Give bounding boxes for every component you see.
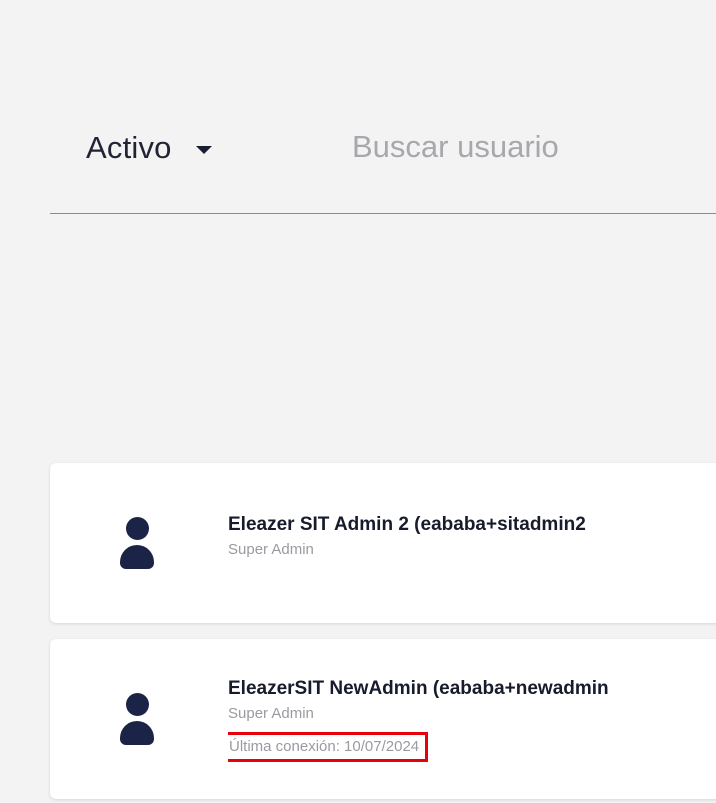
last-login-text: Última conexión: 10/07/2024 [228,732,429,762]
user-role: Super Admin [228,541,314,558]
user-card[interactable]: Eleazer SIT Admin 2 (eababa+sitadmin2 Su… [50,463,716,623]
user-name: EleazerSIT NewAdmin (eababa+newadmin [228,678,609,699]
user-card[interactable]: EleazerSIT NewAdmin (eababa+newadmin Sup… [50,639,716,799]
status-filter-value: Activo [86,130,172,165]
search-user-input[interactable] [340,126,716,168]
user-icon [120,693,154,745]
user-icon [120,517,154,569]
user-info: EleazerSIT NewAdmin (eababa+newadmin Sup… [228,677,716,762]
user-name: Eleazer SIT Admin 2 (eababa+sitadmin2 [228,514,586,535]
user-role: Super Admin [228,705,314,722]
user-info: Eleazer SIT Admin 2 (eababa+sitadmin2 Su… [228,513,716,560]
filter-bar: Activo [50,110,716,214]
chevron-down-icon [195,146,212,154]
status-filter-dropdown[interactable]: Activo [86,130,212,166]
user-list-page: Activo Eleazer SIT Admin 2 (eababa+sitad… [0,0,716,803]
